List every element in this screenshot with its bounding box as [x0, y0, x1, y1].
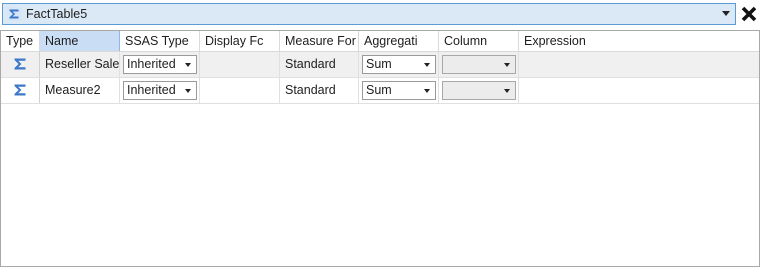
expression-cell[interactable]: [519, 78, 759, 103]
display-folder-cell[interactable]: [200, 52, 280, 77]
column-header-expression[interactable]: Expression: [519, 31, 759, 51]
chevron-down-icon: [185, 89, 191, 93]
display-folder-cell[interactable]: [200, 78, 280, 103]
table-selector-value: FactTable5: [26, 7, 88, 21]
column-header-display-folder[interactable]: Display Fc: [200, 31, 280, 51]
table-row[interactable]: Measure2 Inherited Standard Sum: [1, 78, 759, 104]
column-header-ssas-type[interactable]: SSAS Type: [120, 31, 200, 51]
column-select[interactable]: [442, 55, 516, 74]
measure-format-cell[interactable]: Standard: [280, 78, 359, 103]
chevron-down-icon: [424, 63, 430, 67]
column-header-type[interactable]: Type: [1, 31, 40, 51]
chevron-down-icon: [504, 89, 510, 93]
sigma-icon: [14, 58, 26, 70]
chevron-down-icon: [504, 63, 510, 67]
aggregation-value: Sum: [366, 57, 392, 71]
chevron-down-icon: [424, 89, 430, 93]
measures-grid: Type Name SSAS Type Display Fc Measure F…: [0, 30, 760, 267]
sigma-icon: [14, 84, 26, 96]
ssas-type-select[interactable]: Inherited: [123, 81, 197, 100]
ssas-type-select[interactable]: Inherited: [123, 55, 197, 74]
name-cell[interactable]: Measure2: [40, 78, 120, 103]
column-header-measure-format[interactable]: Measure For: [280, 31, 359, 51]
ssas-type-value: Inherited: [127, 57, 176, 71]
name-cell[interactable]: Reseller Sales: [40, 52, 120, 77]
column-cell: [439, 52, 519, 77]
ssas-type-cell: Inherited: [120, 78, 200, 103]
table-row[interactable]: Reseller Sales Inherited Standard Sum: [1, 52, 759, 78]
ssas-type-value: Inherited: [127, 83, 176, 97]
aggregation-select[interactable]: Sum: [362, 55, 436, 74]
aggregation-cell: Sum: [359, 78, 439, 103]
measure-format-cell[interactable]: Standard: [280, 52, 359, 77]
ssas-type-cell: Inherited: [120, 52, 200, 77]
column-header-column[interactable]: Column: [439, 31, 519, 51]
close-icon[interactable]: [739, 4, 759, 24]
aggregation-select[interactable]: Sum: [362, 81, 436, 100]
column-select[interactable]: [442, 81, 516, 100]
aggregation-value: Sum: [366, 83, 392, 97]
type-cell: [1, 78, 40, 103]
column-header-name[interactable]: Name: [40, 31, 120, 51]
sigma-icon: [7, 7, 21, 21]
expression-cell[interactable]: [519, 52, 759, 77]
table-selector-dropdown[interactable]: FactTable5: [2, 3, 736, 25]
chevron-down-icon[interactable]: [722, 11, 730, 16]
type-cell: [1, 52, 40, 77]
grid-header: Type Name SSAS Type Display Fc Measure F…: [1, 31, 759, 52]
aggregation-cell: Sum: [359, 52, 439, 77]
chevron-down-icon: [185, 63, 191, 67]
column-header-aggregation[interactable]: Aggregati: [359, 31, 439, 51]
column-cell: [439, 78, 519, 103]
